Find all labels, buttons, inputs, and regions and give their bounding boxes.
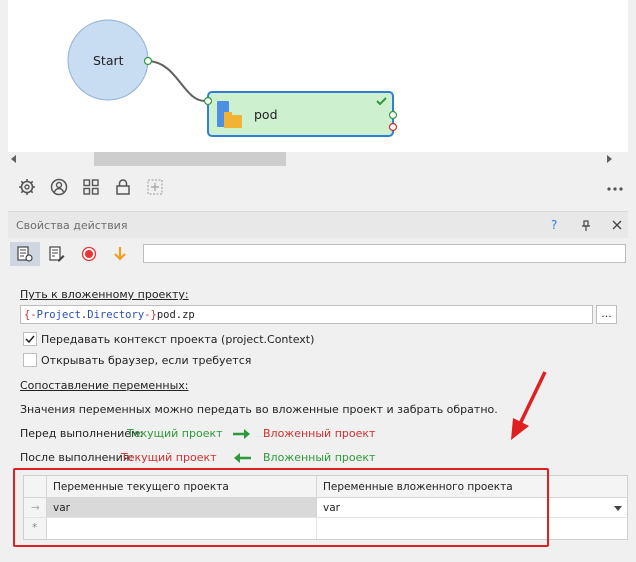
close-icon[interactable] — [612, 220, 622, 230]
properties-search-input[interactable] — [143, 244, 626, 263]
before-exec-label: Перед выполнением: — [20, 427, 144, 440]
checkmark-icon — [25, 335, 35, 344]
path-var-directory: Directory — [87, 309, 145, 321]
dropdown-arrow-icon[interactable] — [614, 506, 622, 511]
canvas-horizontal-scrollbar[interactable] — [8, 152, 628, 166]
mapping-description: Значения переменных можно передать во вл… — [20, 403, 498, 416]
start-output-port[interactable] — [143, 56, 153, 66]
canvas-toolbar — [8, 172, 628, 202]
gear-icon[interactable] — [18, 178, 36, 196]
node-connector — [147, 60, 207, 103]
pass-context-checkbox[interactable] — [23, 332, 37, 346]
mapping-label: Сопоставление переменных: — [20, 379, 189, 392]
scrollbar-thumb[interactable] — [94, 152, 286, 166]
start-node-label: Start — [93, 53, 124, 68]
add-group-icon[interactable] — [146, 178, 164, 196]
panel-header: Свойства действия ? — [8, 212, 628, 238]
after-from-label: Текущий проект — [121, 451, 217, 464]
after-to-label: Вложенный проект — [263, 451, 376, 464]
pass-context-label: Передавать контекст проекта (project.Con… — [41, 333, 315, 346]
help-button[interactable]: ? — [551, 218, 557, 232]
arrow-right-icon — [233, 429, 250, 439]
arrow-down-icon[interactable] — [111, 245, 129, 263]
document-settings-icon — [17, 246, 33, 262]
arrow-left-icon — [234, 453, 251, 463]
properties-toolbar — [8, 240, 628, 268]
path-filename: pod.zp — [156, 309, 195, 321]
path-var-project: Project — [36, 309, 81, 321]
path-label: Путь к вложенному проекту: — [20, 288, 189, 301]
scroll-left-icon[interactable] — [11, 155, 16, 163]
canvas-diagram — [67, 19, 398, 137]
user-icon[interactable] — [50, 178, 68, 196]
annotation-arrow-icon — [511, 371, 547, 440]
path-brace-open: {- — [24, 309, 37, 321]
pod-success-port[interactable] — [388, 110, 398, 120]
pod-node-label: pod — [254, 107, 278, 122]
highlight-box — [13, 468, 549, 547]
document-edit-icon[interactable] — [48, 245, 66, 263]
nested-project-path-input[interactable]: {-Project.Directory-}pod.zp — [20, 305, 593, 324]
pod-input-port[interactable] — [203, 96, 213, 106]
record-icon[interactable] — [80, 245, 98, 263]
open-browser-label: Открывать браузер, если требуется — [41, 354, 252, 367]
scroll-right-icon[interactable] — [607, 155, 612, 163]
pin-icon[interactable] — [581, 220, 591, 232]
pod-node-shape[interactable] — [207, 91, 394, 137]
more-options-icon[interactable] — [606, 178, 624, 196]
path-brace-close: -} — [144, 309, 157, 321]
panel-title: Свойства действия — [16, 219, 128, 232]
open-browser-checkbox[interactable] — [23, 353, 37, 367]
grid-icon[interactable] — [82, 178, 100, 196]
lock-icon[interactable] — [114, 178, 132, 196]
before-from-label: Текущий проект — [127, 427, 223, 440]
pod-error-port[interactable] — [388, 122, 398, 132]
before-to-label: Вложенный проект — [263, 427, 376, 440]
project-canvas[interactable]: Start pod — [8, 0, 628, 152]
after-exec-label: После выполнения: — [20, 451, 134, 464]
browse-button[interactable]: ... — [596, 305, 617, 324]
